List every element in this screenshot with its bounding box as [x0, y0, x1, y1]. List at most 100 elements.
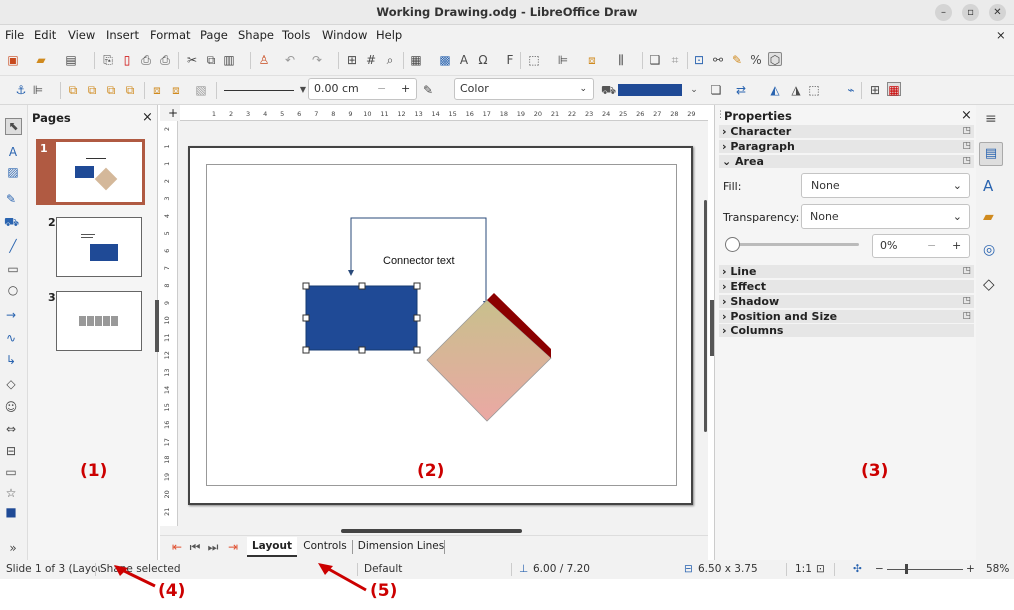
- copy-icon[interactable]: ⧉: [204, 53, 218, 67]
- page-thumbnail-3[interactable]: [56, 291, 142, 351]
- new-document-icon[interactable]: ▣: [6, 53, 20, 67]
- arrange-icon[interactable]: ⧈: [585, 53, 599, 67]
- clone-formatting-icon[interactable]: ♙: [257, 53, 271, 67]
- send-to-back-icon[interactable]: ⧉: [123, 83, 137, 97]
- section-paragraph[interactable]: › Paragraph ◳: [719, 140, 974, 153]
- more-options-icon[interactable]: ◳: [962, 155, 971, 168]
- print-preview-icon[interactable]: ⎙: [158, 53, 172, 67]
- tab-layout[interactable]: Layout: [247, 537, 297, 557]
- gallery-tab-icon[interactable]: ▰: [983, 209, 994, 225]
- paste-icon[interactable]: ▥: [222, 53, 236, 67]
- distribute-icon[interactable]: ⫼: [614, 53, 628, 67]
- page-thumbnail-1[interactable]: [56, 142, 142, 202]
- glue-points-icon[interactable]: ⚯: [711, 53, 725, 67]
- section-effect[interactable]: › Effect: [719, 280, 974, 293]
- sidebar-close-icon[interactable]: ×: [961, 108, 972, 123]
- menu-shape[interactable]: Shape: [238, 28, 274, 42]
- open-folder-icon[interactable]: ▰: [34, 53, 48, 67]
- section-line[interactable]: › Line ◳: [719, 265, 974, 278]
- grid-front-icon[interactable]: ⊞: [868, 83, 882, 97]
- toggle-extrusion-icon[interactable]: ✎: [730, 53, 744, 67]
- close-window-button[interactable]: ✕: [989, 4, 1006, 21]
- send-backward-icon[interactable]: ⧉: [104, 83, 118, 97]
- line-color-tool-icon[interactable]: ✎: [4, 192, 18, 206]
- flowchart-icon[interactable]: ⊟: [4, 444, 18, 458]
- insert-text-icon[interactable]: A: [6, 145, 20, 159]
- display-grid-icon[interactable]: ▦: [887, 82, 901, 97]
- special-character-icon[interactable]: Ω: [476, 53, 490, 67]
- minimize-button[interactable]: –: [935, 4, 952, 21]
- menu-help[interactable]: Help: [376, 28, 402, 42]
- tab-controls[interactable]: Controls: [300, 537, 350, 557]
- arrow-line-tool-icon[interactable]: →: [4, 308, 18, 322]
- tab-dimension-lines[interactable]: Dimension Lines: [356, 537, 446, 557]
- shapes-tab-icon[interactable]: ◇: [983, 275, 995, 293]
- transparency-slider-track[interactable]: [725, 243, 859, 246]
- fill-color-swatch[interactable]: [618, 84, 682, 96]
- fontwork-icon[interactable]: F: [503, 53, 517, 67]
- styles-tab-icon[interactable]: A: [983, 177, 993, 195]
- connector-text-label[interactable]: Connector text: [383, 255, 455, 267]
- transparency-increase[interactable]: +: [952, 235, 961, 257]
- transparency-percent-field[interactable]: 0% − +: [872, 234, 970, 258]
- redo-icon[interactable]: ↷: [310, 53, 324, 67]
- shadow-icon[interactable]: ❑: [648, 53, 662, 67]
- shadow-toggle-icon[interactable]: ❏: [709, 83, 723, 97]
- select-arrow-icon[interactable]: ⬉: [5, 118, 22, 135]
- line-tool-icon[interactable]: ╱: [6, 239, 20, 253]
- pages-panel-splitter[interactable]: [155, 300, 159, 352]
- export-icon[interactable]: ⎘: [101, 53, 115, 67]
- more-options-icon[interactable]: ◳: [962, 125, 971, 138]
- line-color-icon[interactable]: ✎: [421, 83, 435, 97]
- undo-icon[interactable]: ↶: [283, 53, 297, 67]
- menu-format[interactable]: Format: [150, 28, 191, 42]
- fill-select[interactable]: None ⌄: [801, 173, 970, 198]
- page-thumbnail-2[interactable]: [56, 217, 142, 277]
- crop-icon[interactable]: ⌗: [668, 53, 682, 67]
- bring-forward-icon[interactable]: ⧉: [85, 83, 99, 97]
- line-width-increase[interactable]: +: [401, 79, 410, 99]
- transparency-slider-handle[interactable]: [725, 237, 740, 252]
- percent-icon[interactable]: %: [749, 53, 763, 67]
- more-options-icon[interactable]: ◳: [962, 295, 971, 308]
- section-character[interactable]: › Character ◳: [719, 125, 974, 138]
- more-options-icon[interactable]: ◳: [962, 265, 971, 278]
- section-shadow[interactable]: › Shadow ◳: [719, 295, 974, 308]
- menu-insert[interactable]: Insert: [106, 28, 139, 42]
- horizontal-scrollbar[interactable]: [341, 529, 522, 533]
- symbol-shapes-icon[interactable]: ☺: [4, 400, 18, 414]
- section-area[interactable]: ⌄ Area ◳: [719, 155, 974, 168]
- show-draw-functions-icon[interactable]: ⬡: [768, 52, 782, 67]
- in-front-of-object-icon[interactable]: ⧈: [150, 83, 164, 97]
- print-icon[interactable]: ⎙: [139, 53, 153, 67]
- menu-file[interactable]: File: [5, 28, 24, 42]
- curve-tool-icon[interactable]: ∿: [4, 331, 18, 345]
- image-icon[interactable]: ▩: [438, 53, 452, 67]
- flip-vertical-icon[interactable]: ◭: [768, 83, 782, 97]
- table-icon[interactable]: ▦: [409, 53, 423, 67]
- anchor-icon[interactable]: ⚓: [14, 83, 28, 97]
- helplines-icon[interactable]: #: [364, 53, 378, 67]
- textbox-icon[interactable]: A: [457, 53, 471, 67]
- stars-icon[interactable]: ☆: [4, 486, 18, 500]
- pages-panel-close-icon[interactable]: ×: [142, 110, 153, 125]
- basic-shapes-icon[interactable]: ◇: [4, 377, 18, 391]
- bring-to-front-icon[interactable]: ⧉: [66, 83, 80, 97]
- menu-page[interactable]: Page: [200, 28, 228, 42]
- transform-icon[interactable]: ⬚: [807, 83, 821, 97]
- points-icon[interactable]: ⊡: [692, 53, 706, 67]
- prev-tab-icon[interactable]: ⏮: [188, 540, 202, 554]
- export-pdf-icon[interactable]: ▯: [120, 53, 134, 67]
- align-objects-icon[interactable]: ⊫: [31, 83, 45, 97]
- block-arrows-icon[interactable]: ⇔: [4, 422, 18, 436]
- transparency-decrease[interactable]: −: [927, 235, 936, 257]
- sidebar-menu-icon[interactable]: ≡: [985, 111, 997, 127]
- more-options-icon[interactable]: ◳: [962, 310, 971, 323]
- section-position-size[interactable]: › Position and Size ◳: [719, 310, 974, 323]
- connector-icon[interactable]: ⇄: [734, 83, 748, 97]
- line-style-preview[interactable]: [224, 90, 294, 91]
- fontwork-text-icon[interactable]: ▨: [6, 165, 20, 179]
- area-style-icon[interactable]: ⌁: [844, 83, 858, 97]
- behind-object-icon[interactable]: ⧈: [169, 83, 183, 97]
- menu-tools[interactable]: Tools: [282, 28, 310, 42]
